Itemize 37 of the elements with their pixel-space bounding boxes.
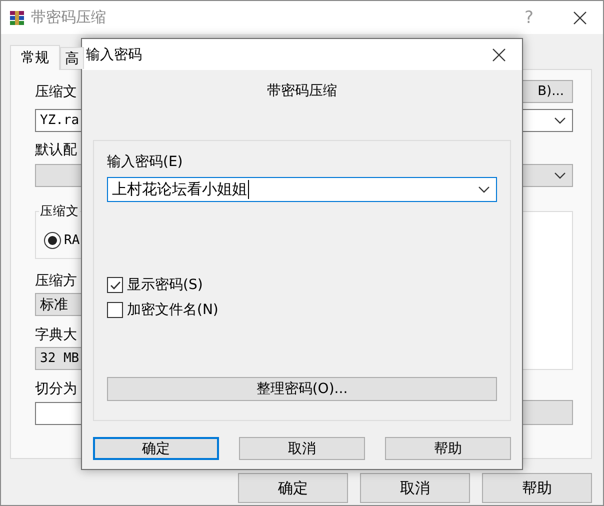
- window-title: 带密码压缩: [31, 8, 107, 27]
- close-icon: [573, 10, 587, 24]
- field-label: 默认配: [35, 141, 77, 159]
- checkbox[interactable]: [107, 302, 123, 318]
- field-label: 字典大: [35, 326, 77, 344]
- field-value: 上村花论坛看小姐姐: [112, 180, 249, 199]
- field-label: 输入密码(E): [107, 153, 184, 171]
- dialog-title: 输入密码: [86, 46, 143, 64]
- app-logo-icon: [9, 10, 25, 26]
- field-label: 压缩方: [35, 272, 77, 290]
- chevron-down-icon: [478, 186, 490, 193]
- close-icon: [492, 48, 506, 62]
- checkbox-label: 显示密码(S): [127, 276, 203, 294]
- radio-label: RA: [64, 232, 80, 248]
- field-value: 标准: [40, 296, 68, 314]
- dialog-heading: 带密码压缩: [267, 82, 337, 100]
- dialog-button[interactable]: 帮助: [385, 437, 511, 460]
- organize-passwords-button[interactable]: 整理密码(O)...: [107, 377, 497, 401]
- dialog-button[interactable]: 确定: [93, 437, 219, 460]
- chevron-down-icon: [554, 172, 566, 179]
- dialog-button[interactable]: 取消: [239, 437, 365, 460]
- checkbox[interactable]: [107, 277, 123, 293]
- field-value: YZ.ra: [40, 113, 80, 128]
- tab[interactable]: 高: [60, 47, 84, 69]
- field-label: 压缩文: [35, 82, 77, 100]
- password-field[interactable]: 上村花论坛看小姐姐: [107, 177, 497, 202]
- group-label: 压缩文: [39, 203, 80, 220]
- field-label: 切分为: [35, 380, 77, 398]
- dialog-button[interactable]: 取消: [360, 473, 470, 503]
- dialog-button[interactable]: 确定: [238, 473, 348, 503]
- check-icon: [110, 280, 120, 290]
- field-value: 32 MB: [40, 351, 80, 366]
- dialog-button[interactable]: 帮助: [482, 473, 592, 503]
- checkbox-label: 加密文件名(N): [127, 301, 218, 319]
- tab[interactable]: 常规: [10, 45, 60, 70]
- chevron-down-icon: [554, 117, 566, 124]
- radio-button[interactable]: [44, 232, 61, 248]
